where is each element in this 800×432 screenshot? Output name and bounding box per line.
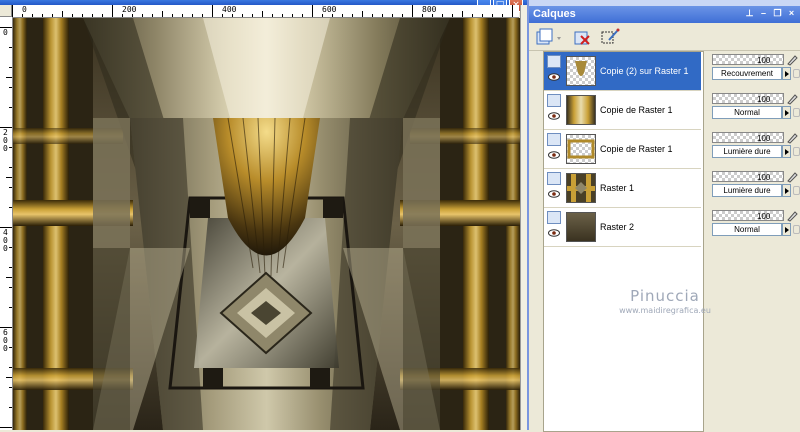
layers-toolbar [529,23,800,51]
opacity-value: 100 [757,56,771,65]
ruler-label: 0 [3,28,8,37]
layers-panel-titlebar[interactable]: Calques ⊥ – ❐ × [529,6,800,23]
pencil-icon[interactable] [786,53,799,66]
blend-mode-select[interactable]: Normal [712,223,782,236]
layer-row-raster-2[interactable]: Raster 2 [544,208,701,247]
layer-name: Raster 2 [600,222,635,232]
blend-mode-arrow-icon[interactable] [782,145,791,158]
ruler-label: 200 [3,128,8,153]
ruler-ticks [0,27,12,428]
layer-name: Copie de Raster 1 [600,105,673,115]
pencil-icon[interactable] [786,131,799,144]
blend-mode-arrow-icon[interactable] [782,184,791,197]
eye-icon[interactable] [548,229,560,237]
lock-icon[interactable] [793,108,800,117]
opacity-value: 100 [757,134,771,143]
layer-name: Copie de Raster 1 [600,144,673,154]
layer-row-copie-de-raster-1[interactable]: Copie de Raster 1 [544,91,701,130]
layer-row-raster-1[interactable]: Raster 1 [544,169,701,208]
layers-panel: Calques ⊥ – ❐ × Copie (2) sur Raster 1 C… [527,0,800,432]
lock-icon[interactable] [793,69,800,78]
image-window: _ □ × 0 200 400 600 800 [0,0,528,430]
close-icon[interactable]: × [786,7,797,20]
layer-properties: 100 Lumière dure [709,129,800,167]
layer-mask-toggle-icon[interactable] [547,133,561,146]
blend-mode-select[interactable]: Lumière dure [712,184,782,197]
restore-icon[interactable]: ❐ [772,7,783,20]
ruler-label: 400 [222,5,237,14]
layer-thumbnail [566,56,596,86]
image-canvas[interactable] [13,18,520,430]
layer-name: Copie (2) sur Raster 1 [600,66,689,76]
blend-mode-arrow-icon[interactable] [782,223,791,236]
layer-row-copie-2-sur-raster-1[interactable]: Copie (2) sur Raster 1 [544,52,701,91]
opacity-slider[interactable]: 100 [712,54,784,65]
ruler-corner [0,5,12,17]
layer-thumbnail [566,134,596,164]
layer-properties: 100 Normal [709,90,800,128]
layer-mask-toggle-icon[interactable] [547,172,561,185]
layer-properties: 100 Lumière dure [709,168,800,206]
new-layer-icon[interactable] [533,26,555,48]
pencil-icon[interactable] [786,92,799,105]
ruler-vertical[interactable]: 0 200 400 600 [0,17,13,430]
panel-title: Calques [533,8,576,20]
layer-properties-column: 100 Recouvrement 100 Normal 100 Lumière … [709,51,800,430]
pin-icon[interactable]: ⊥ [744,7,755,20]
opacity-value: 100 [757,173,771,182]
opacity-slider[interactable]: 100 [712,210,784,221]
layer-mask-toggle-icon[interactable] [547,94,561,107]
pencil-icon[interactable] [786,170,799,183]
ruler-ticks [12,5,513,17]
layer-row-copie-de-raster-1[interactable]: Copie de Raster 1 [544,130,701,169]
opacity-value: 100 [757,95,771,104]
blend-mode-select[interactable]: Lumière dure [712,145,782,158]
layer-thumbnail [566,173,596,203]
watermark: Pinuccia www.maidiregrafica.eu [600,287,730,315]
blend-mode-arrow-icon[interactable] [782,67,791,80]
layers-list[interactable]: Copie (2) sur Raster 1 Copie de Raster 1… [543,51,704,432]
opacity-slider[interactable]: 100 [712,93,784,104]
layer-mask-toggle-icon[interactable] [547,211,561,224]
eye-icon[interactable] [548,112,560,120]
opacity-slider[interactable]: 100 [712,132,784,143]
watermark-url: www.maidiregrafica.eu [619,306,711,315]
layer-thumbnail [566,212,596,242]
layer-properties: 100 Normal [709,207,800,245]
opacity-slider[interactable]: 100 [712,171,784,182]
minimize-icon[interactable]: – [758,7,769,20]
layer-thumbnail [566,95,596,125]
lock-icon[interactable] [793,186,800,195]
eye-icon[interactable] [548,151,560,159]
ruler-label: 600 [3,328,8,353]
ruler-horizontal[interactable]: 0 200 400 600 800 [12,5,519,18]
abstract-artwork [13,18,520,430]
eye-icon[interactable] [548,73,560,81]
edit-selection-icon[interactable] [599,26,621,48]
ruler-label: 800 [422,5,437,14]
watermark-name: Pinuccia [630,287,700,305]
blend-mode-select[interactable]: Normal [712,106,782,119]
eye-icon[interactable] [548,190,560,198]
ruler-label: 600 [322,5,337,14]
opacity-value: 100 [757,212,771,221]
delete-layer-icon[interactable] [571,26,593,48]
ruler-label: 0 [22,5,27,14]
lock-icon[interactable] [793,147,800,156]
ruler-label: 200 [122,5,137,14]
lock-icon[interactable] [793,225,800,234]
pencil-icon[interactable] [786,209,799,222]
layer-name: Raster 1 [600,183,635,193]
blend-mode-select[interactable]: Recouvrement [712,67,782,80]
blend-mode-arrow-icon[interactable] [782,106,791,119]
layer-properties: 100 Recouvrement [709,51,800,89]
expand-icon[interactable] [535,185,542,192]
ruler-label: 400 [3,228,8,253]
layer-mask-toggle-icon[interactable] [547,55,561,68]
